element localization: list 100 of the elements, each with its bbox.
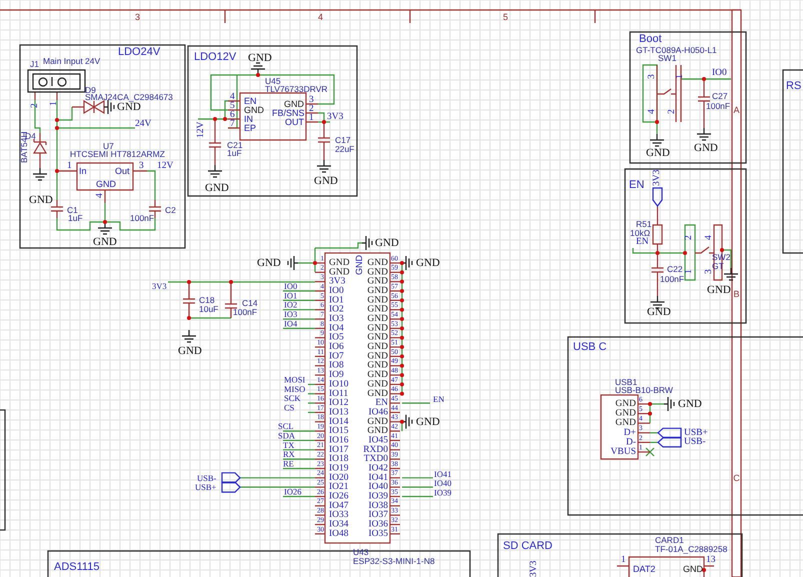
component-designator: C18 bbox=[199, 295, 215, 305]
net-label: IO3 bbox=[284, 309, 298, 320]
pin-number: 6 bbox=[230, 110, 235, 120]
part-number: TF-01A_C2889258 bbox=[655, 544, 728, 554]
pin-name: GND bbox=[367, 416, 388, 427]
component-designator: U7 bbox=[103, 141, 114, 151]
part-number: 10kΩ bbox=[630, 228, 650, 238]
component-designator: C21 bbox=[227, 140, 243, 150]
net-label: 12V bbox=[196, 122, 206, 138]
pin-name: IO40 bbox=[368, 482, 388, 492]
pin-name: IO17 bbox=[329, 444, 349, 455]
ground-label: GND bbox=[178, 345, 202, 357]
pin-number: 2 bbox=[30, 103, 40, 108]
pin-number: 3 bbox=[139, 161, 144, 171]
pin-name: IO37 bbox=[368, 510, 388, 520]
net-label: SDA bbox=[278, 430, 296, 440]
net-label: IO1 bbox=[284, 290, 298, 300]
pin-name: FB/SNS bbox=[272, 108, 305, 118]
pin-name: EN bbox=[375, 398, 388, 408]
part-number: USB-B10-BRW bbox=[615, 385, 673, 395]
grid-column-label: 4 bbox=[318, 12, 324, 22]
pin-name: IO16 bbox=[329, 435, 349, 446]
ground-label: GND bbox=[93, 236, 117, 248]
net-label: MOSI bbox=[284, 374, 306, 384]
grid-row-label: C bbox=[733, 473, 740, 483]
pin-name: VBUS bbox=[610, 447, 636, 457]
ground-label: GND bbox=[248, 52, 272, 64]
block-title: Boot bbox=[639, 33, 662, 45]
pin-name: IO5 bbox=[329, 332, 344, 343]
pin-name: GND bbox=[284, 99, 304, 109]
pin-name: EP bbox=[244, 123, 256, 133]
pin-name: IO33 bbox=[329, 510, 349, 520]
pin-name: IO20 bbox=[329, 472, 349, 483]
pin-name: IO21 bbox=[329, 482, 349, 492]
component-designator: R51 bbox=[636, 219, 652, 229]
part-number: 100nF bbox=[706, 101, 730, 111]
pin-name: GND bbox=[367, 342, 388, 352]
pin-number: 1 bbox=[684, 269, 694, 274]
pin-number: 1 bbox=[67, 161, 72, 171]
net-label: IO0 bbox=[712, 68, 727, 78]
part-number: SMAJ24CA_C2984673 bbox=[85, 92, 173, 102]
pin-number: 3 bbox=[309, 95, 314, 105]
pin-name: IO1 bbox=[329, 295, 344, 306]
pin-name: GND bbox=[367, 323, 388, 334]
net-label: IO26 bbox=[284, 486, 302, 496]
pin-name: GND bbox=[367, 304, 388, 315]
pin-number: 4 bbox=[647, 109, 657, 114]
pin-name: GND bbox=[367, 295, 388, 306]
pin-name: GND bbox=[367, 267, 388, 278]
ground-label: GND bbox=[678, 398, 702, 410]
part-number: GT-TC089A-H050-L1 bbox=[636, 45, 717, 55]
ground-label: GND bbox=[694, 142, 718, 154]
part-number: 22uF bbox=[335, 144, 354, 154]
ground-label: GND bbox=[257, 257, 281, 269]
net-label: 3V3 bbox=[652, 170, 662, 186]
net-label: 3V3 bbox=[529, 560, 539, 577]
ground-label: GND bbox=[29, 194, 53, 206]
pin-number: 4 bbox=[704, 235, 714, 240]
pin-name: GND bbox=[367, 286, 388, 296]
pin-name: GND bbox=[329, 258, 350, 268]
pin-name: GND bbox=[367, 258, 388, 268]
component-designator: U45 bbox=[265, 76, 281, 86]
pin-name: GND bbox=[615, 408, 636, 419]
net-label: SCL bbox=[278, 421, 294, 432]
pin-number: 1 bbox=[309, 113, 314, 123]
part-number: 10uF bbox=[199, 304, 218, 314]
pin-number: 2 bbox=[684, 235, 694, 240]
pin-name: In bbox=[79, 166, 87, 176]
pin-name: D- bbox=[626, 437, 636, 448]
block-title: SD CARD bbox=[503, 540, 553, 552]
block-title: EN bbox=[629, 179, 644, 191]
pin-name: RXD0 bbox=[363, 444, 388, 455]
net-label: MISO bbox=[284, 384, 306, 394]
component-designator: CARD1 bbox=[655, 535, 684, 545]
component-designator: D9 bbox=[85, 85, 96, 95]
pin-name: GND bbox=[329, 267, 350, 278]
pin-name: IO8 bbox=[329, 360, 344, 371]
grid-row-label: B bbox=[734, 289, 740, 299]
pin-number: 5 bbox=[230, 101, 235, 111]
net-label: EN bbox=[636, 237, 649, 247]
net-label: IO0 bbox=[284, 281, 298, 292]
net-label: 3V3 bbox=[327, 112, 344, 122]
net-label: 24V bbox=[135, 119, 152, 129]
pin-number: 2 bbox=[309, 104, 314, 114]
pin-name: GND bbox=[367, 276, 388, 287]
part-number: Main Input 24V bbox=[43, 56, 100, 66]
pin-name: IO47 bbox=[329, 500, 349, 511]
pin-name: IO42 bbox=[368, 463, 388, 474]
pin-name: IO2 bbox=[329, 304, 344, 315]
part-number: 100nF bbox=[660, 274, 684, 284]
pin-name: IO3 bbox=[329, 314, 344, 324]
pin-name: DAT2 bbox=[633, 564, 656, 574]
pin-number: 3 bbox=[704, 269, 714, 274]
component-designator: C22 bbox=[667, 264, 683, 274]
pin-name: GND bbox=[683, 564, 703, 574]
net-label: USB- bbox=[197, 472, 216, 483]
pin-name: GND bbox=[244, 105, 264, 115]
pin-name: IO0 bbox=[329, 286, 344, 296]
pin-number: 4 bbox=[95, 193, 105, 198]
net-label: RE bbox=[283, 458, 294, 468]
